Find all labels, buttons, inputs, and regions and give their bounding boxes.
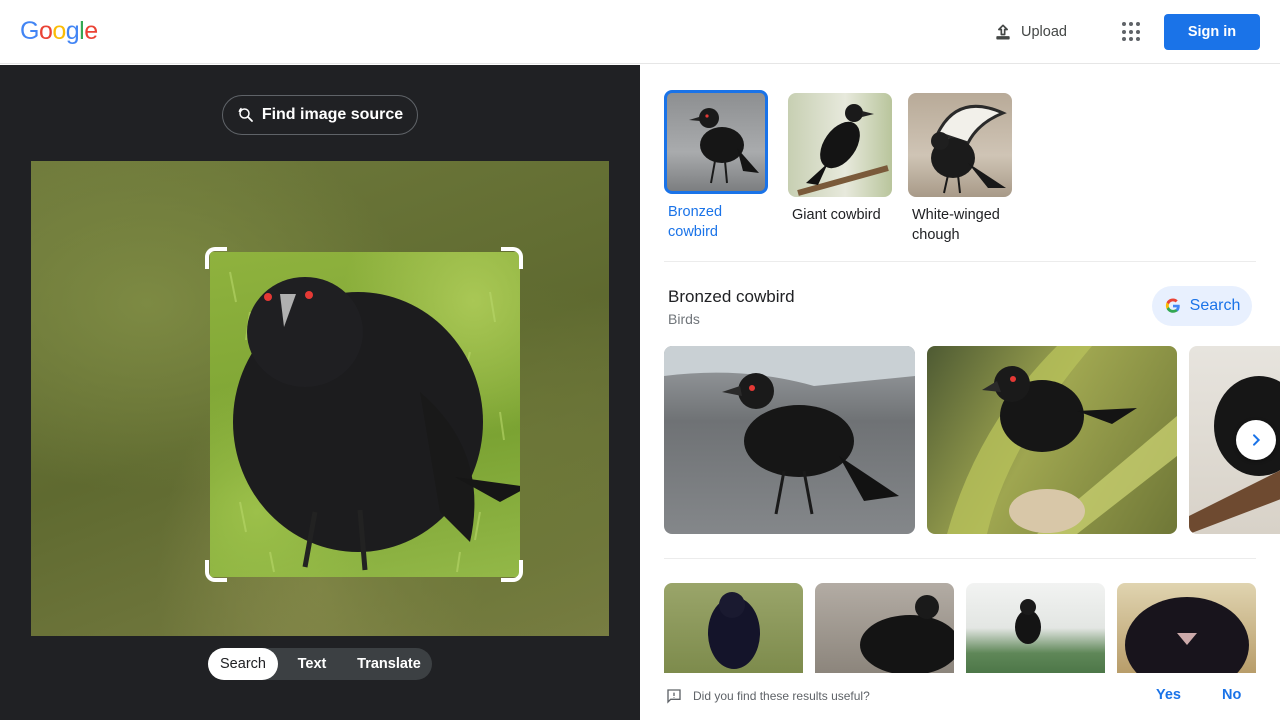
crop-handle-top-left[interactable]	[205, 247, 227, 269]
header: Google Upload Sign in	[0, 0, 1280, 64]
feedback-bar: Did you find these results useful? Yes N…	[640, 679, 1280, 720]
result-title: Bronzed cowbird	[668, 287, 795, 306]
match-card-white-winged-chough[interactable]: White-winged chough	[908, 93, 1012, 245]
result-image[interactable]	[966, 583, 1105, 673]
mode-text-tab[interactable]: Text	[278, 648, 346, 680]
apps-grid-icon[interactable]	[1122, 22, 1142, 42]
result-image[interactable]	[1117, 583, 1256, 673]
image-preview-panel: Find image source Search Text Translate	[0, 65, 640, 720]
result-image[interactable]	[664, 346, 915, 534]
upload-icon	[993, 22, 1013, 42]
uploaded-photo	[31, 161, 609, 636]
divider	[664, 261, 1256, 262]
match-card-bronzed-cowbird[interactable]: Bronzed cowbird	[664, 90, 768, 242]
google-g-icon	[1164, 297, 1182, 315]
mode-search-tab[interactable]: Search	[208, 648, 278, 680]
find-image-source-button[interactable]: Find image source	[222, 95, 418, 135]
sign-in-button[interactable]: Sign in	[1164, 14, 1260, 50]
match-label: Giant cowbird	[792, 207, 881, 223]
match-thumbnail	[908, 93, 1012, 197]
crop-handle-top-right[interactable]	[501, 247, 523, 269]
result-subtitle: Birds	[668, 311, 700, 327]
match-thumbnail	[788, 93, 892, 197]
result-image[interactable]	[815, 583, 954, 673]
google-logo[interactable]: Google	[20, 17, 98, 46]
match-label: Bronzed cowbird	[668, 204, 723, 240]
logo-letter-g: G	[20, 17, 39, 45]
upload-button[interactable]: Upload	[993, 20, 1067, 44]
match-thumbnail	[664, 90, 768, 194]
google-search-button[interactable]: Search	[1152, 286, 1252, 326]
feedback-icon	[666, 688, 682, 704]
crop-handle-bottom-right[interactable]	[501, 560, 523, 582]
logo-letter-g2: g	[65, 17, 80, 45]
match-card-giant-cowbird[interactable]: Giant cowbird	[788, 93, 892, 225]
divider	[664, 558, 1256, 559]
google-search-label: Search	[1189, 297, 1241, 314]
mode-translate-tab[interactable]: Translate	[346, 648, 432, 680]
logo-letter-o1: o	[38, 17, 53, 45]
result-image[interactable]	[664, 583, 803, 673]
match-label: White-winged chough	[912, 207, 1000, 243]
result-image[interactable]	[927, 346, 1177, 534]
feedback-question: Did you find these results useful?	[693, 689, 870, 703]
chevron-right-icon[interactable]	[1236, 420, 1276, 460]
feedback-no-button[interactable]: No	[1222, 687, 1241, 703]
logo-letter-o2: o	[52, 17, 66, 45]
find-image-source-label: Find image source	[261, 106, 404, 123]
logo-letter-e: e	[84, 17, 98, 45]
upload-label: Upload	[1021, 24, 1067, 40]
feedback-yes-button[interactable]: Yes	[1156, 687, 1181, 703]
mode-switcher: Search Text Translate	[208, 648, 432, 680]
lens-search-icon	[237, 106, 255, 124]
crop-handle-bottom-left[interactable]	[205, 560, 227, 582]
crop-region[interactable]	[210, 252, 520, 577]
results-panel: Bronzed cowbird Giant cowbird White-wing	[640, 65, 1280, 720]
